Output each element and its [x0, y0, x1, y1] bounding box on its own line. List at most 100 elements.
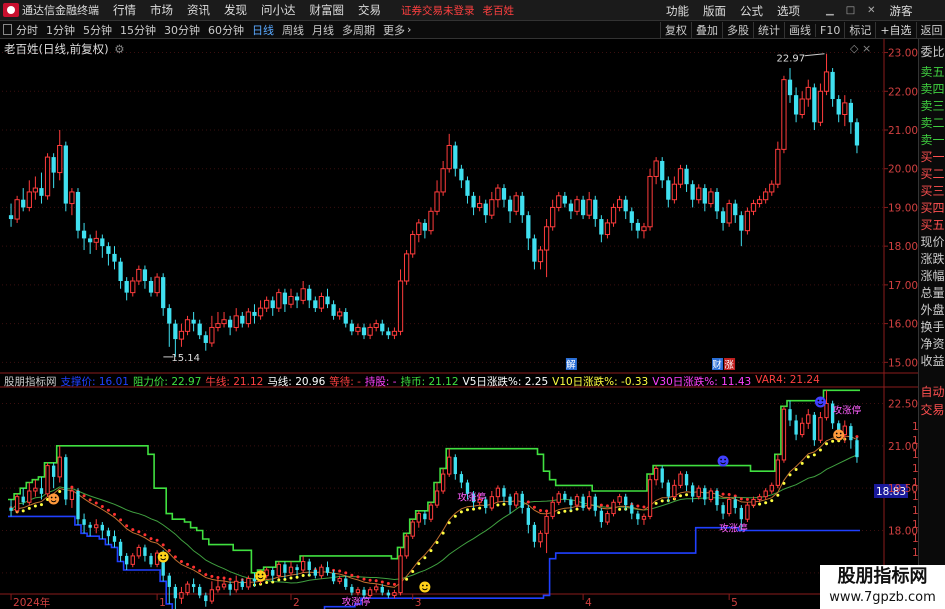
- period-1min[interactable]: 1分钟: [46, 22, 75, 38]
- bull-band-dot: [575, 507, 579, 511]
- back-button[interactable]: 返回: [915, 22, 945, 38]
- menu-item-discover[interactable]: 发现: [224, 2, 247, 18]
- mark-button[interactable]: 标记: [844, 22, 875, 38]
- limit-up-marker-text: 攻涨停: [457, 492, 486, 504]
- side-label-row: 收益: [920, 354, 945, 368]
- bull-band-dot: [599, 503, 603, 507]
- period-60min[interactable]: 60分钟: [208, 22, 244, 38]
- candle: [550, 206, 556, 228]
- period-more[interactable]: 更多: [383, 22, 405, 38]
- period-intraday[interactable]: 分时: [16, 22, 38, 38]
- candle: [471, 195, 476, 208]
- indicator-y-tick-label: 22.50: [888, 399, 918, 411]
- guest-label[interactable]: 游客: [890, 3, 913, 19]
- menu-bar: 通达信金融终端 行情 市场 资讯 发现 问小达 财富圈 交易 证券交易未登录 老…: [0, 0, 945, 21]
- bull-band-dot: [453, 514, 457, 518]
- candle: [63, 145, 68, 204]
- bull-band-dot: [465, 508, 469, 512]
- candle: [769, 183, 775, 193]
- candle: [154, 276, 160, 294]
- candle: [325, 296, 330, 305]
- close-icon[interactable]: ✕: [867, 5, 875, 16]
- period-weekly[interactable]: 周线: [282, 22, 304, 38]
- multi-stock-button[interactable]: 多股: [722, 22, 753, 38]
- menu-item-quotes[interactable]: 行情: [113, 2, 136, 18]
- bull-band-dot: [167, 548, 171, 552]
- indicator-candle: [745, 504, 750, 520]
- gear-icon[interactable]: ⚙: [114, 42, 124, 56]
- candle: [629, 211, 634, 223]
- bull-band-dot: [27, 506, 31, 510]
- candle: [836, 99, 841, 115]
- adjust-button[interactable]: 复权: [660, 22, 691, 38]
- x-axis-label: 4: [585, 597, 592, 609]
- candle: [57, 144, 63, 174]
- indicator-legend-item[interactable]: 股朋指标网: [4, 374, 57, 388]
- add-watchlist-button[interactable]: +自选: [875, 22, 915, 38]
- indicator-candle: [428, 504, 434, 520]
- candle: [781, 79, 787, 150]
- side-label-row: 卖四: [920, 82, 945, 96]
- side-label-row: 现价: [920, 235, 945, 249]
- candle: [459, 168, 464, 181]
- more-arrow-icon[interactable]: ›: [407, 23, 411, 36]
- indicator-candle: [221, 583, 227, 588]
- candle: [647, 175, 653, 228]
- bull-band-dot: [502, 502, 506, 506]
- bull-band-dot: [119, 518, 123, 522]
- candle: [197, 323, 202, 336]
- indicator-candle: [599, 510, 604, 523]
- stats-button[interactable]: 统计: [753, 22, 784, 38]
- indicator-candle: [136, 546, 142, 557]
- indicator-candle: [684, 474, 689, 486]
- period-30min[interactable]: 30分钟: [164, 22, 200, 38]
- indicator-candle: [374, 586, 379, 591]
- period-15min[interactable]: 15分钟: [120, 22, 156, 38]
- chart-corner-icons[interactable]: ◇ ×: [850, 42, 871, 55]
- candle: [8, 215, 14, 220]
- menu-item-trade[interactable]: 交易: [358, 2, 381, 18]
- candle: [294, 296, 300, 301]
- indicator-candle: [362, 589, 366, 596]
- main-chart[interactable]: 22.9715.14解财涨 攻涨停攻涨停攻涨停攻涨停18.83 23.0022.…: [0, 39, 918, 609]
- bull-band-dot: [563, 509, 567, 513]
- minimize-icon[interactable]: ▁: [826, 5, 834, 16]
- login-notice[interactable]: 证券交易未登录: [401, 3, 475, 18]
- bull-band-dot: [770, 499, 774, 503]
- candle: [233, 315, 239, 328]
- candle: [178, 330, 185, 340]
- menu-item-market[interactable]: 市场: [150, 2, 173, 18]
- f10-button[interactable]: F10: [815, 23, 844, 37]
- indicator-candle: [410, 521, 415, 537]
- period-daily[interactable]: 日线: [252, 22, 274, 38]
- indicator-candle: [380, 586, 384, 593]
- draw-line-button[interactable]: 画线: [784, 22, 815, 38]
- period-5min[interactable]: 5分钟: [83, 22, 112, 38]
- menu-item-wealth[interactable]: 财富圈: [310, 2, 345, 18]
- side-label-row: 涨幅: [920, 269, 945, 283]
- menu-item-ask[interactable]: 问小达: [261, 2, 296, 18]
- bull-band-dot: [532, 505, 536, 509]
- side-label-row: 卖三: [920, 99, 945, 113]
- candle: [660, 160, 665, 181]
- period-monthly[interactable]: 月线: [312, 22, 334, 38]
- indicator-candle: [593, 496, 597, 511]
- menu-item-formula[interactable]: 公式: [740, 3, 763, 19]
- bull-band-dot: [82, 494, 86, 498]
- indicator-candle: [611, 501, 616, 515]
- panel-toggle-icon[interactable]: [3, 24, 12, 35]
- menu-item-function[interactable]: 功能: [666, 3, 689, 19]
- candle: [100, 238, 105, 247]
- bull-band-dot: [605, 504, 609, 508]
- indicator-legend-item: 支撑价: 16.01: [60, 376, 129, 388]
- overlay-button[interactable]: 叠加: [691, 22, 722, 38]
- period-multi[interactable]: 多周期: [342, 22, 375, 38]
- candle: [793, 95, 799, 115]
- indicator-candle: [502, 488, 506, 497]
- indicator-candle: [769, 484, 774, 492]
- candle: [88, 238, 93, 243]
- maximize-icon[interactable]: □: [846, 5, 855, 16]
- menu-item-layout[interactable]: 版面: [703, 3, 726, 19]
- menu-item-options[interactable]: 选项: [777, 3, 800, 19]
- menu-item-news[interactable]: 资讯: [187, 2, 210, 18]
